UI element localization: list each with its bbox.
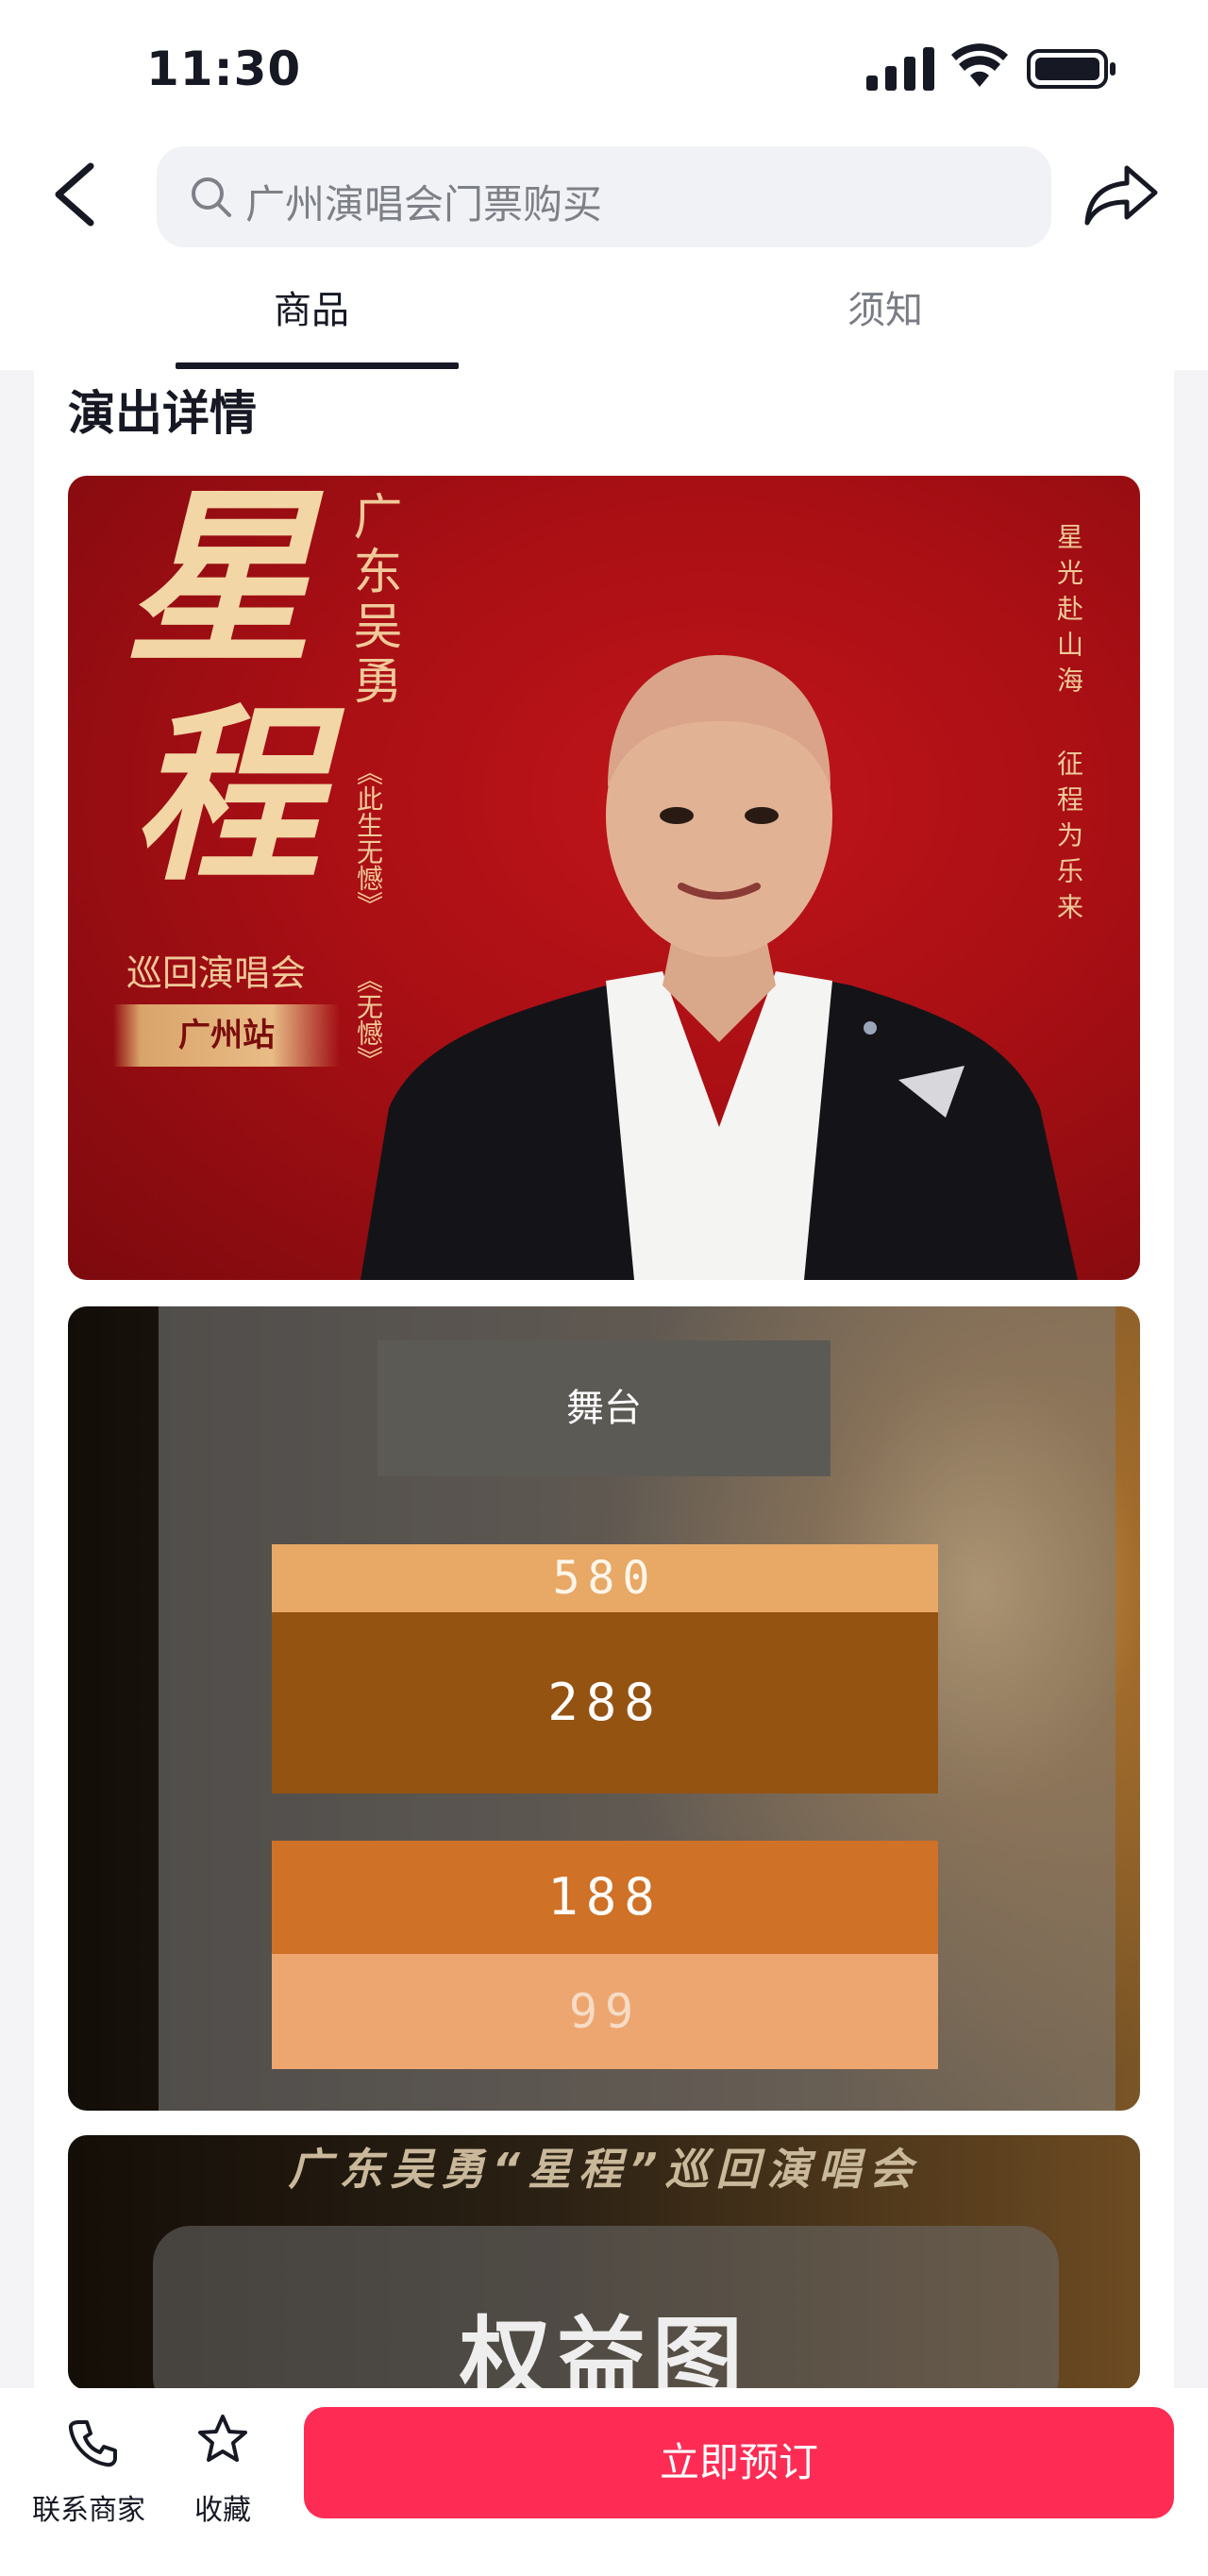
back-arrow-icon[interactable]	[49, 160, 102, 228]
benefits-poster[interactable]: 广东吴勇“星程”巡回演唱会 权益图	[68, 2135, 1140, 2390]
artist-portrait	[361, 655, 1078, 1280]
benefits-heading: 权益图	[460, 2307, 748, 2390]
tab-products[interactable]: 商品	[274, 279, 349, 334]
stage-block: 舞台	[378, 1340, 830, 1476]
wifi-icon	[951, 43, 1008, 87]
status-time: 11:30	[146, 42, 302, 96]
seat-map-poster[interactable]: 舞台 580 288 188 99	[68, 1306, 1140, 2111]
active-tab-indicator	[176, 362, 459, 369]
poster-calligraphy-1: 星	[125, 476, 314, 690]
poster-station-badge: 广州站	[113, 1004, 340, 1067]
poster-tour-label: 巡回演唱会	[126, 952, 307, 994]
seat-zone-188: 188	[272, 1841, 938, 1954]
book-now-button[interactable]: 立即预订	[304, 2407, 1174, 2518]
favorite-label[interactable]: 收藏	[194, 2486, 251, 2528]
star-icon[interactable]	[196, 2413, 249, 2466]
seat-zone-99: 99	[272, 1954, 938, 2069]
tab-notice[interactable]: 须知	[847, 279, 923, 334]
seat-zone-580: 580	[272, 1544, 938, 1612]
share-icon[interactable]	[1083, 162, 1159, 228]
search-icon	[192, 177, 231, 217]
poster-calligraphy-2: 程	[132, 685, 322, 907]
benefits-poster-title: 广东吴勇“星程”巡回演唱会	[288, 2144, 920, 2195]
battery-icon	[1027, 49, 1116, 89]
status-bar: 11:30	[0, 0, 1208, 142]
phone-icon[interactable]	[66, 2416, 119, 2469]
search-placeholder: 广州演唱会门票购买	[245, 181, 603, 227]
contact-merchant-label[interactable]: 联系商家	[32, 2486, 145, 2528]
concert-poster[interactable]: 星 程 广东吴勇 《此生无憾》 《无憾》 巡回演唱会 广州站 星光赴山海 征程为…	[68, 476, 1140, 1280]
seat-zone-288: 288	[272, 1612, 938, 1793]
search-bar[interactable]: 广州演唱会门票购买	[157, 146, 1051, 247]
cellular-signal-icon	[866, 47, 934, 91]
section-title: 演出详情	[68, 386, 257, 441]
